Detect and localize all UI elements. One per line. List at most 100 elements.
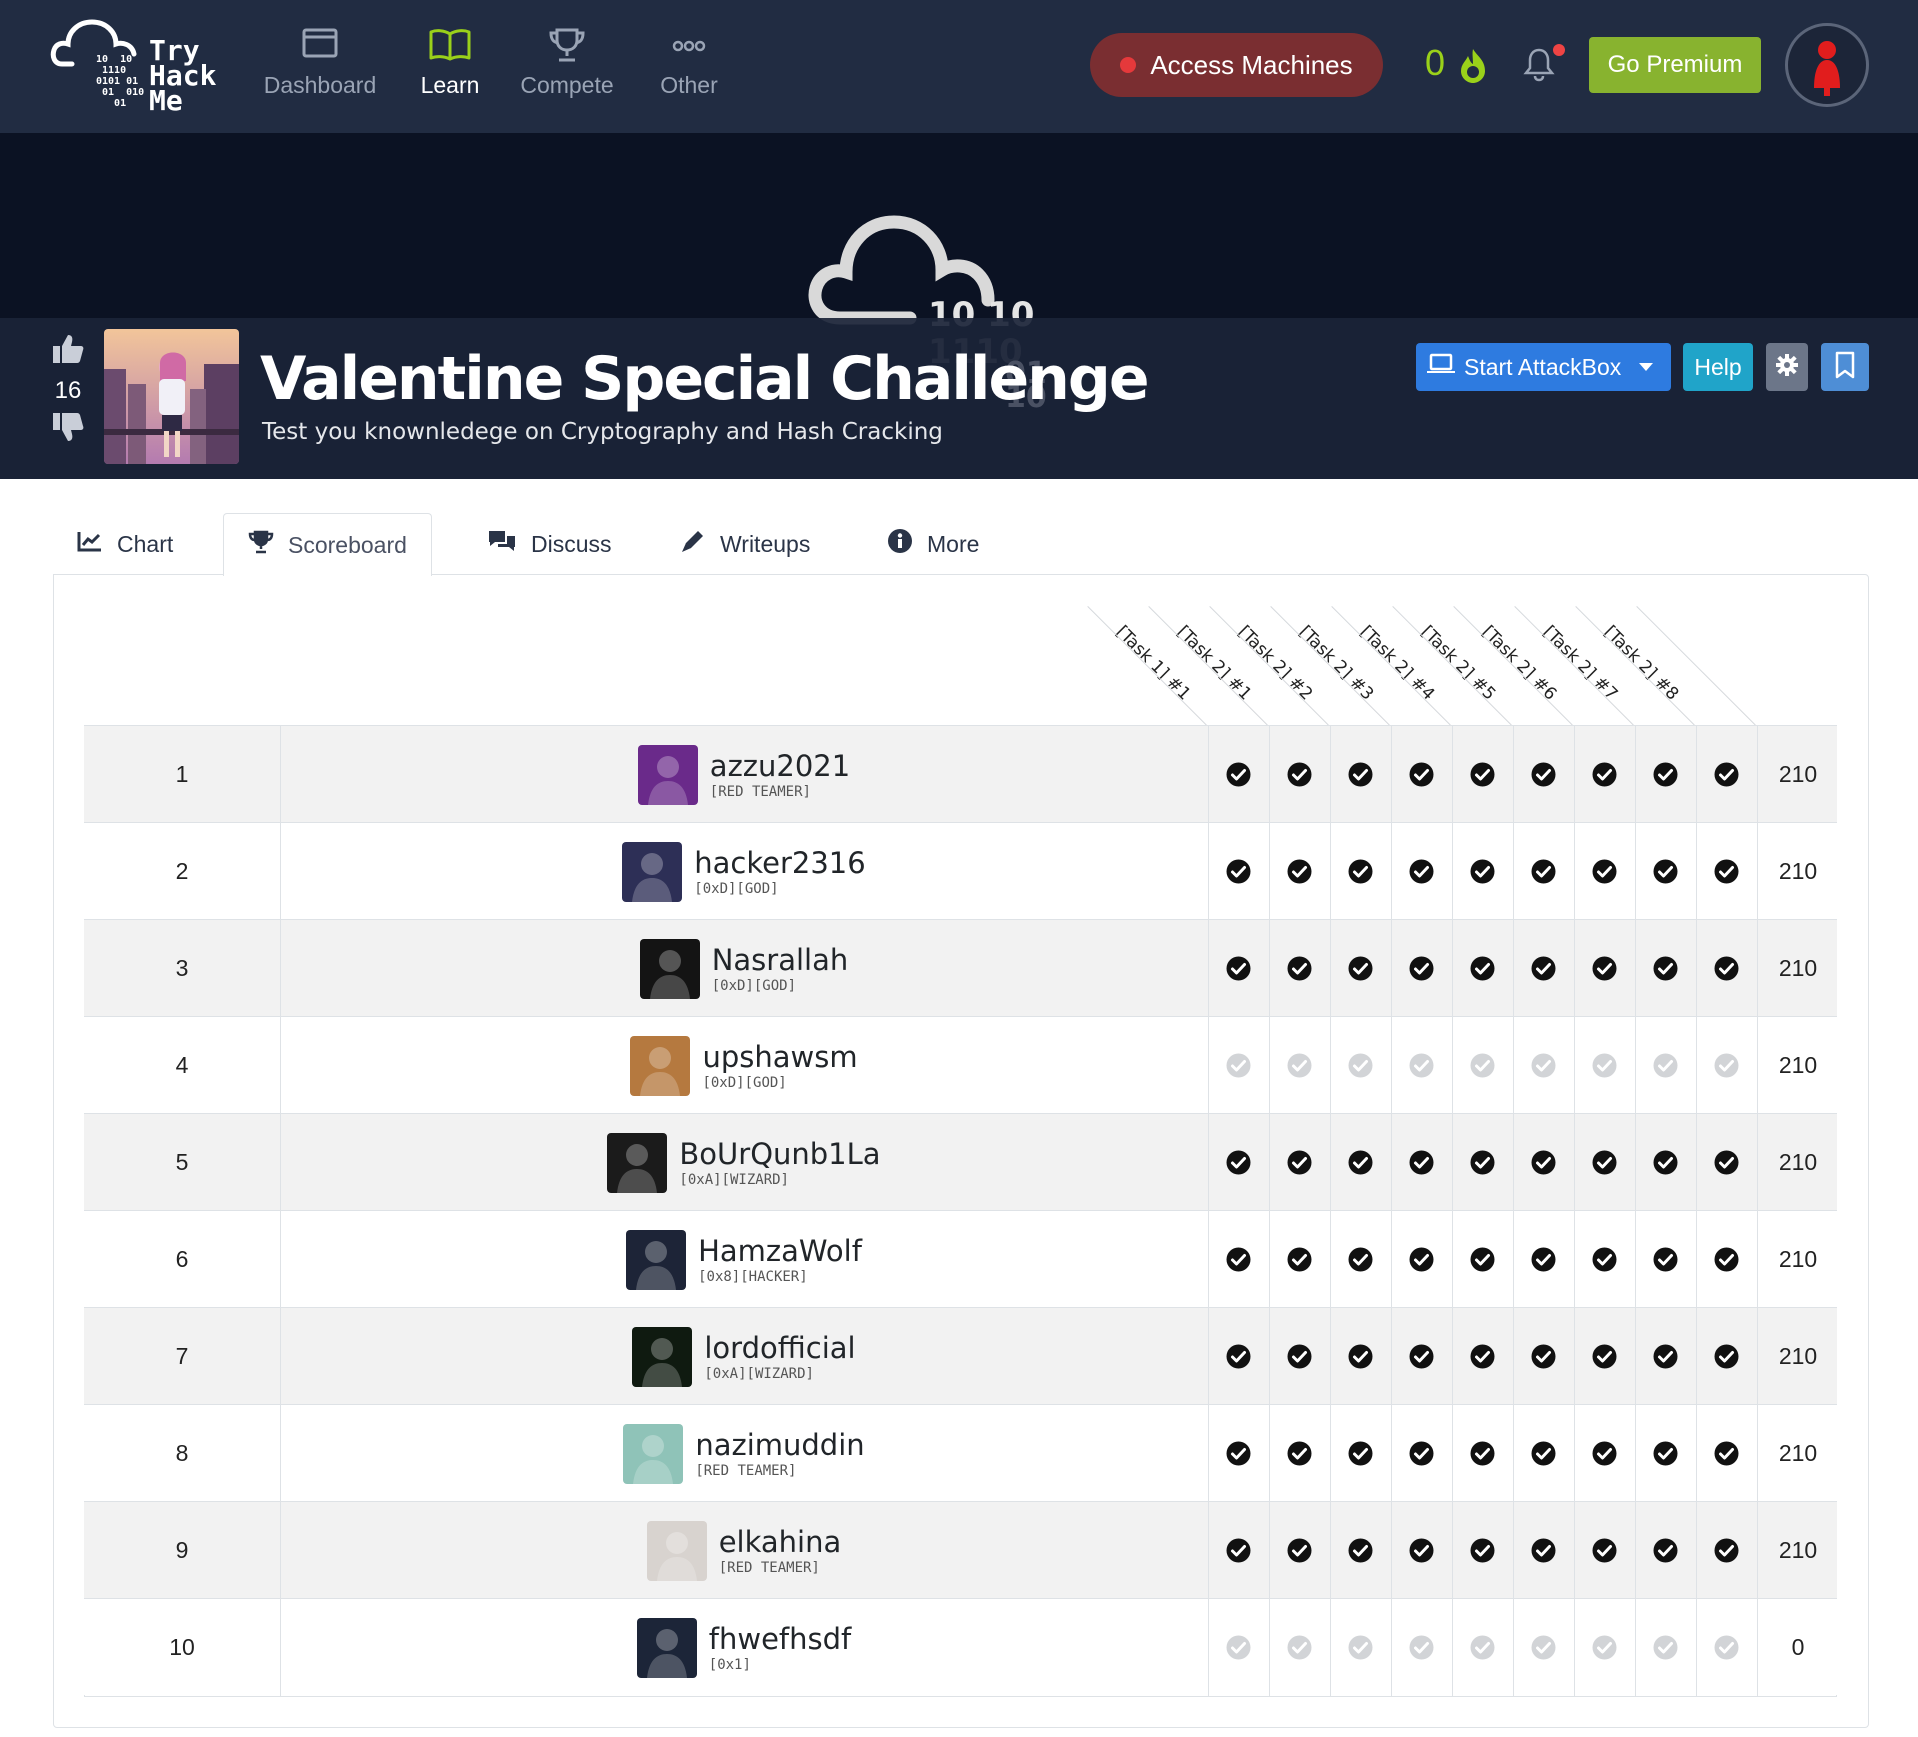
check-circle-icon	[1714, 1150, 1739, 1175]
cell-divider	[1574, 1502, 1575, 1599]
avatar[interactable]	[626, 1229, 687, 1290]
user-avatar[interactable]	[1785, 23, 1869, 107]
username-link[interactable]: upshawsm	[702, 1040, 857, 1074]
start-attackbox-button[interactable]: Start AttackBox	[1416, 343, 1671, 391]
username-link[interactable]: nazimuddin	[695, 1428, 864, 1462]
nav-other[interactable]: Other	[652, 26, 726, 106]
cell-divider	[1635, 726, 1636, 823]
avatar[interactable]	[636, 1617, 697, 1678]
score-cell: 210	[1778, 858, 1818, 884]
username-link[interactable]: HamzaWolf	[698, 1234, 862, 1268]
cell-divider	[1452, 1599, 1453, 1696]
user-info: lordofficial [0xA][WIZARD]	[704, 1331, 855, 1383]
book-icon	[410, 26, 490, 66]
go-premium-button[interactable]: Go Premium	[1589, 37, 1761, 93]
avatar[interactable]	[607, 1132, 668, 1193]
table-row: 6 HamzaWolf [0x8][HACKER] 210	[84, 1210, 1837, 1308]
username-link[interactable]: BoUrQunb1La	[679, 1137, 880, 1171]
table-row: 3 Nasrallah [0xD][GOD] 210	[84, 919, 1837, 1017]
cell-divider	[1208, 726, 1209, 823]
tab-chart[interactable]: Chart	[53, 513, 197, 575]
rank-cell: 3	[175, 955, 189, 981]
check-circle-muted-icon	[1348, 1635, 1373, 1660]
cell-divider	[1208, 1502, 1209, 1599]
check-circle-icon	[1409, 1441, 1434, 1466]
cell-divider	[1635, 1599, 1636, 1696]
username-link[interactable]: lordofficial	[704, 1331, 855, 1365]
check-circle-icon	[1714, 1247, 1739, 1272]
check-circle-icon	[1226, 859, 1251, 884]
nav-learn-label: Learn	[420, 72, 480, 98]
nav-other-label: Other	[660, 72, 718, 98]
cell-divider	[1391, 1017, 1392, 1114]
room-subtitle: Test you knownledege on Cryptography and…	[262, 419, 943, 445]
dashboard-icon	[260, 26, 380, 66]
access-machines-button[interactable]: Access Machines	[1090, 33, 1383, 97]
check-circle-icon	[1653, 1441, 1678, 1466]
check-circle-icon	[1714, 762, 1739, 787]
nav-compete[interactable]: Compete	[515, 26, 619, 106]
avatar[interactable]	[622, 841, 683, 902]
cell-divider	[1208, 1599, 1209, 1696]
table-row: 5 BoUrQunb1La [0xA][WIZARD] 210	[84, 1113, 1837, 1211]
tab-scoreboard[interactable]: Scoreboard	[223, 513, 432, 576]
check-circle-icon	[1653, 859, 1678, 884]
cell-divider	[1452, 1405, 1453, 1502]
user-cell: hacker2316 [0xD][GOD]	[280, 823, 1208, 920]
avatar[interactable]	[637, 744, 698, 805]
avatar[interactable]	[639, 938, 700, 999]
tab-discuss[interactable]: Discuss	[463, 513, 636, 575]
board-border-bottom	[84, 1696, 1837, 1697]
username-link[interactable]: elkahina	[719, 1525, 842, 1559]
user-info: upshawsm [0xD][GOD]	[702, 1040, 857, 1092]
username-link[interactable]: hacker2316	[694, 846, 865, 880]
nav-learn[interactable]: Learn	[410, 26, 490, 106]
check-circle-icon	[1714, 1344, 1739, 1369]
dropdown-caret-icon[interactable]	[1639, 363, 1654, 371]
thumbs-up-icon[interactable]	[46, 333, 90, 369]
tryhackme-logo[interactable]: 10 10 1110 0101 01 01 010 01 Try Hack Me	[50, 14, 230, 120]
user-title: [0x1]	[708, 1656, 751, 1673]
score-cell: 210	[1778, 1246, 1818, 1272]
check-circle-muted-icon	[1226, 1053, 1251, 1078]
cell-divider	[1696, 920, 1697, 1017]
thumbs-down-icon[interactable]	[46, 411, 90, 447]
user-info: elkahina [RED TEAMER]	[719, 1525, 842, 1577]
check-circle-muted-icon	[1653, 1635, 1678, 1660]
check-circle-icon	[1226, 1247, 1251, 1272]
check-circle-icon	[1226, 762, 1251, 787]
avatar[interactable]	[630, 1035, 691, 1096]
vote-count: 16	[54, 377, 82, 404]
help-button[interactable]: Help	[1683, 343, 1753, 391]
avatar[interactable]	[632, 1326, 693, 1387]
bookmark-button[interactable]	[1821, 343, 1869, 391]
username-link[interactable]: fhwefhsdf	[709, 1622, 851, 1656]
check-circle-icon	[1531, 859, 1556, 884]
nav-dashboard[interactable]: Dashboard	[260, 26, 380, 106]
settings-button[interactable]	[1766, 343, 1808, 391]
cell-divider	[1452, 726, 1453, 823]
trophy-icon	[248, 530, 274, 560]
avatar[interactable]	[623, 1423, 684, 1484]
cell-divider	[1269, 1017, 1270, 1114]
pen-icon	[680, 528, 706, 560]
avatar[interactable]	[646, 1520, 707, 1581]
cell-divider	[1391, 920, 1392, 1017]
user-title: [RED TEAMER]	[709, 783, 811, 800]
check-circle-icon	[1348, 1150, 1373, 1175]
user-cell: upshawsm [0xD][GOD]	[280, 1017, 1208, 1114]
flame-icon[interactable]	[1455, 46, 1491, 90]
cell-divider	[1208, 920, 1209, 1017]
rank-cell: 7	[175, 1343, 189, 1369]
username-link[interactable]: Nasrallah	[712, 943, 849, 977]
cell-divider	[1513, 1211, 1514, 1308]
cell-divider	[1391, 1502, 1392, 1599]
tab-more[interactable]: More	[863, 513, 1003, 575]
username-link[interactable]: azzu2021	[710, 749, 850, 783]
cell-divider	[1574, 1308, 1575, 1405]
tab-writeups[interactable]: Writeups	[656, 513, 834, 575]
cell-divider	[1330, 1017, 1331, 1114]
cell-divider	[1391, 823, 1392, 920]
notifications-bell-icon[interactable]	[1522, 46, 1556, 86]
rank-cell: 9	[175, 1537, 189, 1563]
